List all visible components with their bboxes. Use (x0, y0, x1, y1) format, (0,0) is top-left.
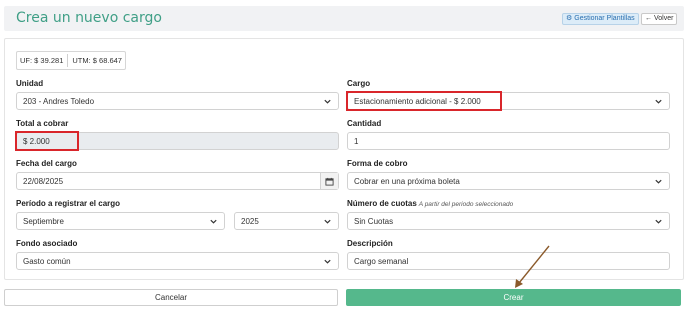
forma-cobro-value: Cobrar en una próxima boleta (354, 176, 460, 186)
manage-templates-button[interactable]: ⚙ Gestionar Plantillas (562, 13, 639, 25)
unidad-label: Unidad (16, 79, 44, 88)
chevron-down-icon (655, 99, 662, 104)
create-button[interactable]: Crear (346, 289, 681, 306)
total-highlight-box (15, 131, 79, 151)
descripcion-value: Cargo semanal (354, 256, 409, 266)
form-panel (4, 38, 684, 280)
back-label: Volver (654, 15, 674, 22)
descripcion-input[interactable]: Cargo semanal (347, 252, 670, 270)
date-picker-button[interactable] (320, 173, 338, 189)
periodo-year-select[interactable]: 2025 (234, 212, 339, 230)
fondo-label: Fondo asociado (16, 239, 78, 248)
cargo-label: Cargo (347, 79, 371, 88)
calendar-icon (325, 177, 334, 186)
gear-icon: ⚙ (566, 15, 573, 22)
cantidad-input[interactable]: 1 (347, 132, 670, 150)
utm-value: UTM: $ 68.647 (72, 56, 122, 65)
forma-cobro-label: Forma de cobro (347, 159, 408, 168)
unidad-select[interactable]: 203 - Andres Toledo (16, 92, 339, 110)
forma-cobro-select[interactable]: Cobrar en una próxima boleta (347, 172, 670, 190)
cuotas-select[interactable]: Sin Cuotas (347, 212, 670, 230)
unidad-value: 203 - Andres Toledo (23, 96, 95, 106)
cuotas-value: Sin Cuotas (354, 216, 394, 226)
cargo-highlight-box (346, 91, 502, 111)
cancel-label: Cancelar (154, 293, 187, 302)
chevron-down-icon (655, 219, 662, 224)
cantidad-label: Cantidad (347, 119, 382, 128)
chevron-down-icon (655, 179, 662, 184)
cantidad-value: 1 (354, 136, 359, 146)
periodo-label: Período a registrar el cargo (16, 199, 121, 208)
fecha-label: Fecha del cargo (16, 159, 77, 168)
cuotas-hint: A partir del periodo seleccionado (418, 201, 514, 208)
arrow-left-icon: ← (645, 15, 652, 22)
cancel-button[interactable]: Cancelar (4, 289, 338, 306)
page-title: Crea un nuevo cargo (16, 10, 162, 26)
indices-badge: UF: $ 39.281 UTM: $ 68.647 (16, 51, 126, 70)
fecha-input[interactable]: 22/08/2025 (16, 172, 339, 190)
cuotas-label: Número de cuotas A partir del periodo sel… (347, 199, 513, 208)
fondo-value: Gasto común (23, 256, 71, 266)
periodo-month-value: Septiembre (23, 216, 64, 226)
cuotas-label-text: Número de cuotas (347, 199, 417, 208)
uf-value: UF: $ 39.281 (20, 56, 64, 65)
periodo-year-value: 2025 (241, 216, 259, 226)
descripcion-label: Descripción (347, 239, 393, 248)
divider (67, 54, 69, 67)
page-header: Crea un nuevo cargo ⚙ Gestionar Plantill… (4, 6, 684, 31)
chevron-down-icon (324, 259, 331, 264)
chevron-down-icon (324, 219, 331, 224)
chevron-down-icon (324, 99, 331, 104)
create-label: Crear (503, 293, 524, 302)
manage-templates-label: Gestionar Plantillas (574, 15, 635, 22)
fecha-value: 22/08/2025 (23, 176, 64, 186)
fondo-select[interactable]: Gasto común (16, 252, 339, 270)
chevron-down-icon (210, 219, 217, 224)
total-label: Total a cobrar (16, 119, 69, 128)
back-button[interactable]: ← Volver (641, 13, 678, 25)
periodo-month-select[interactable]: Septiembre (16, 212, 225, 230)
